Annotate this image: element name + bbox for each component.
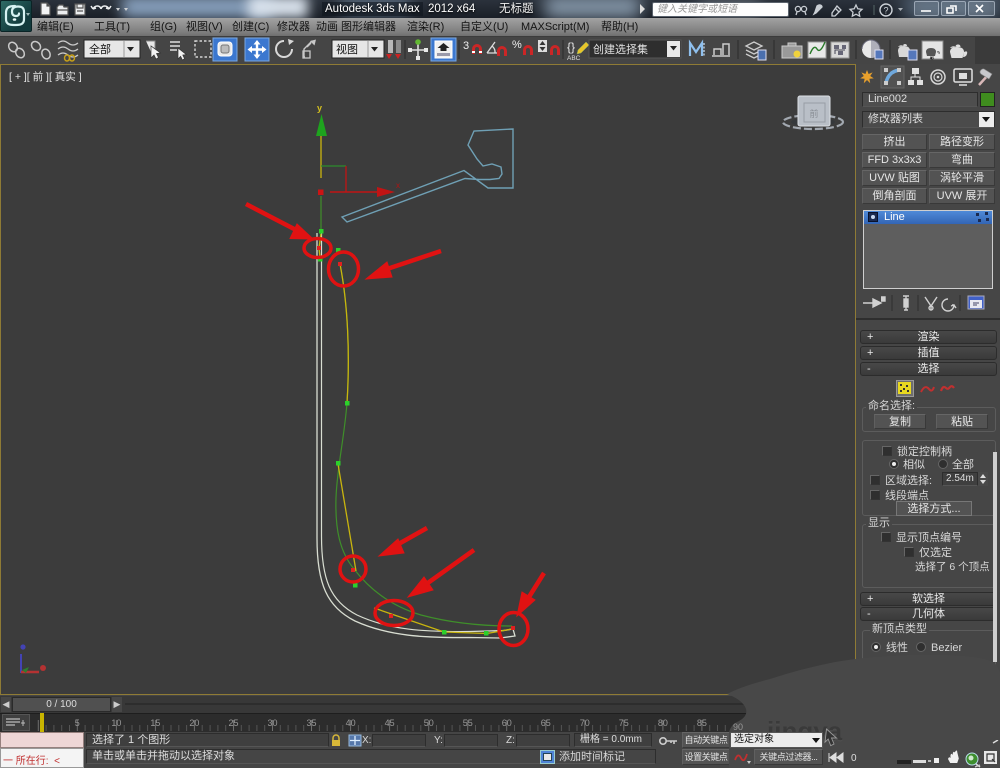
svg-text:0: 0: [851, 753, 857, 764]
